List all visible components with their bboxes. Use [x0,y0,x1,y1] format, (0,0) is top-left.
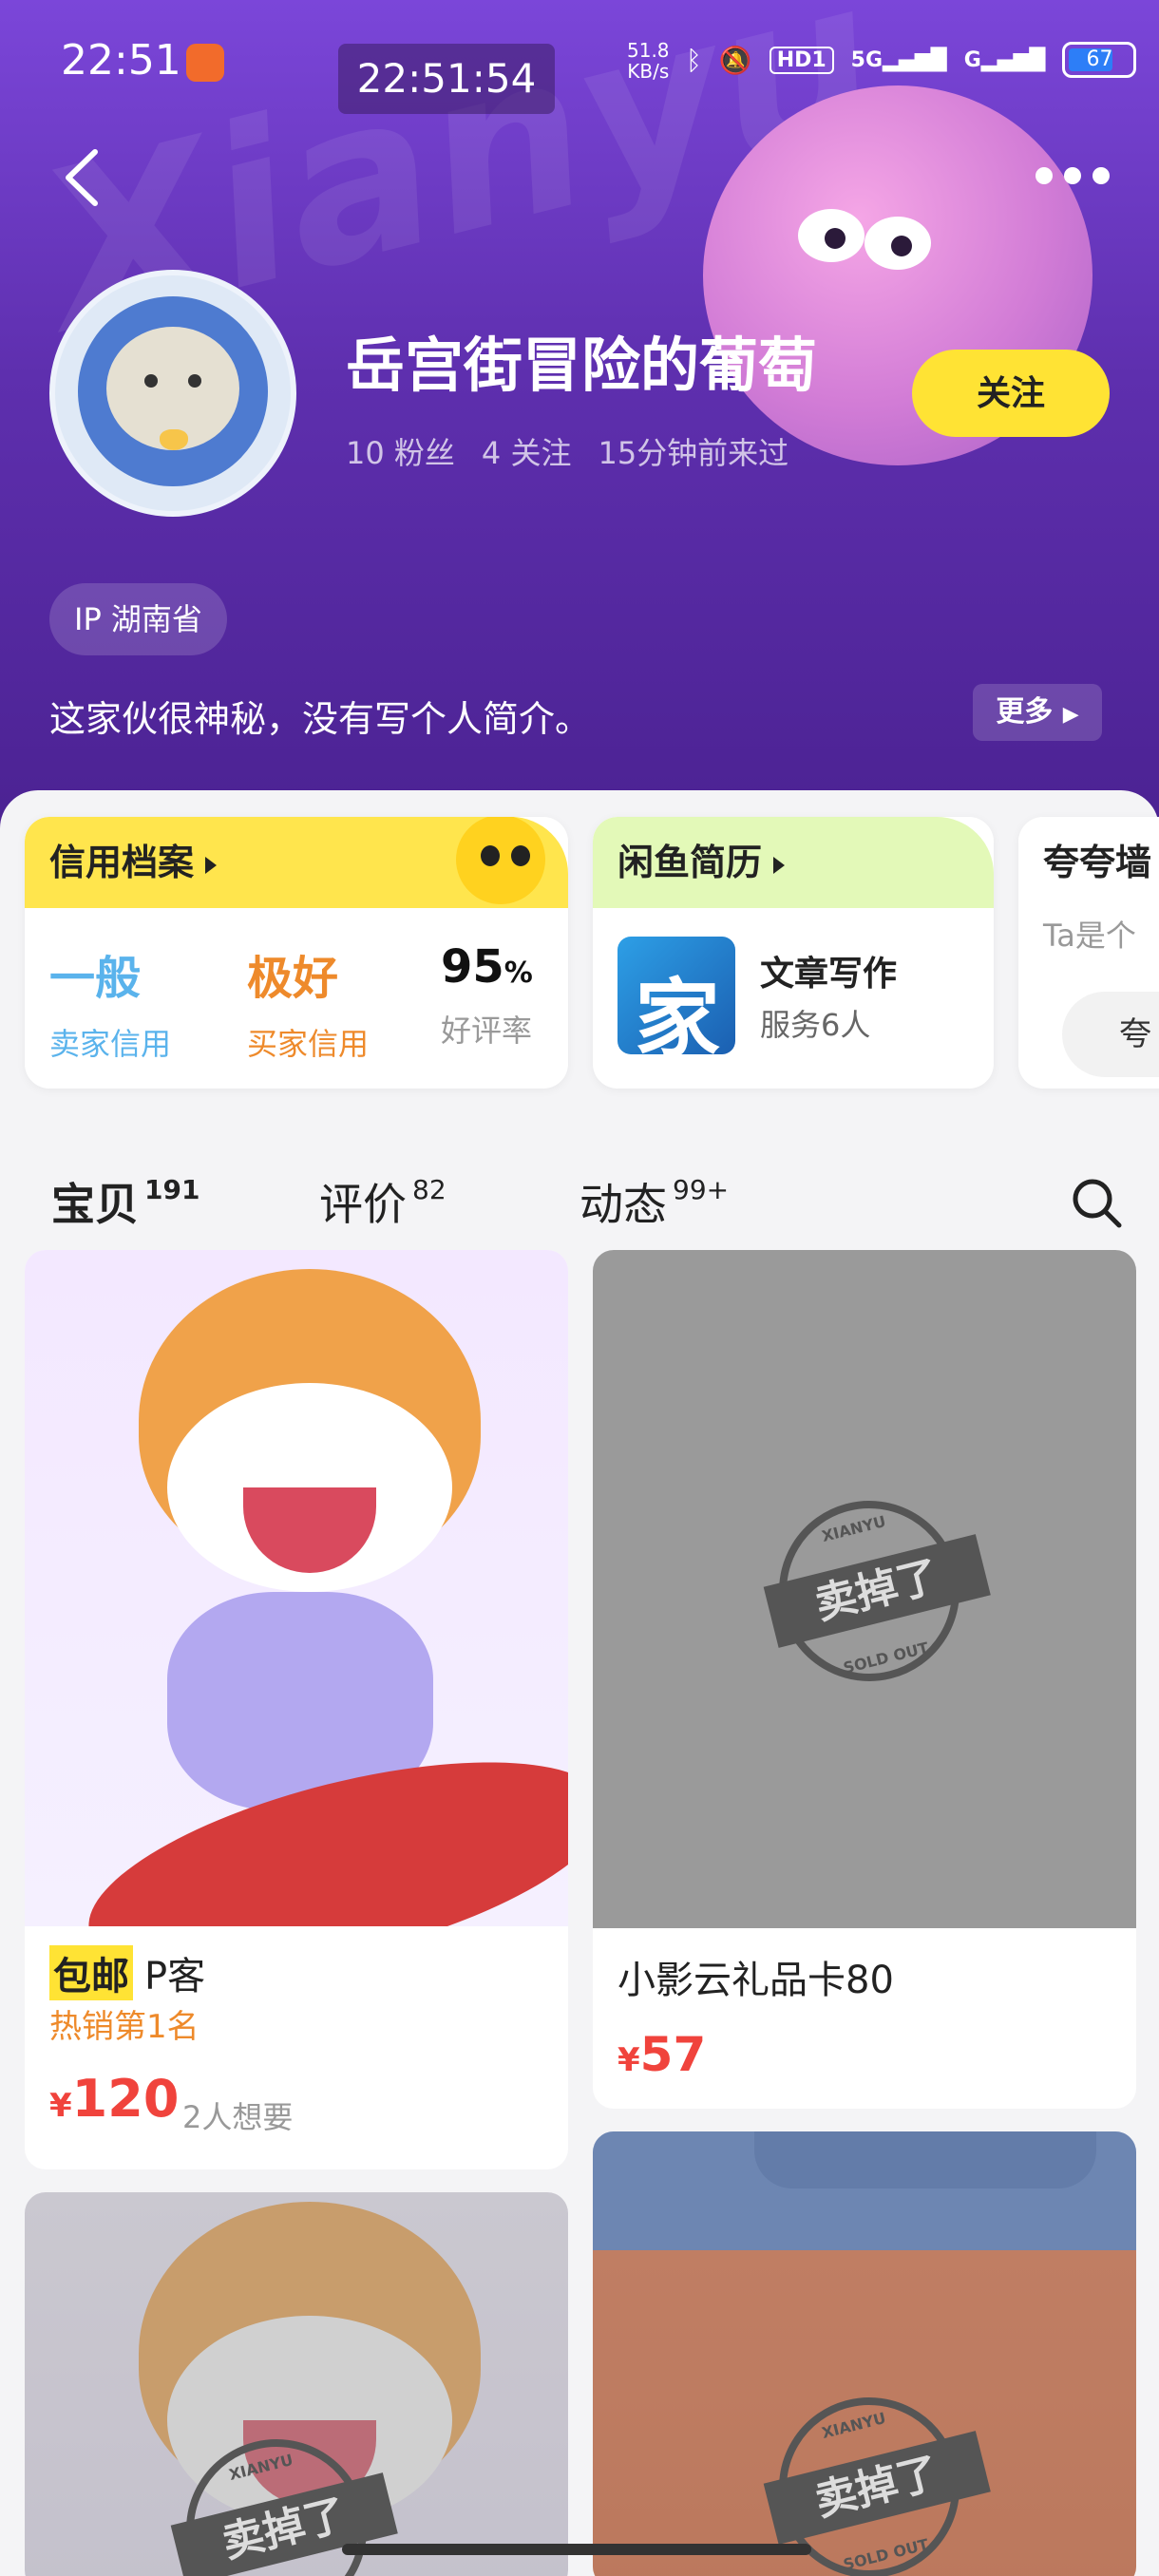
net-speed-value: 51.8 [627,39,670,62]
product-price: ¥120 [49,2069,180,2129]
tab-activity[interactable]: 动态 99+ [580,1170,729,1233]
bluetooth-icon: ᛒ [686,44,702,76]
tab-reviews[interactable]: 评价 82 [319,1170,446,1233]
bio-text: 这家伙很神秘，没有写个人简介。 [49,698,592,740]
free-shipping-tag: 包邮 [49,1945,133,2000]
hot-rank-label: 热销第1名 [49,2008,200,2046]
signal-5g-icon: 5G▂▄▆█ [850,47,947,72]
product-image: XIANYU 卖掉了 SOLD OUT [593,1250,1136,1928]
seller-credit: 一般 卖家信用 [49,952,172,1062]
praise-card-title: 夸夸墙 [1018,817,1159,908]
home-indicator[interactable] [342,2544,811,2555]
praise-button[interactable]: 夸 [1062,992,1159,1077]
product-image [25,1250,568,1926]
profile-header: Xianyu 22:51 22:51:54 51.8 KB/s ᛒ 🔕 HD1 … [0,0,1159,836]
more-button[interactable]: 更多 ▶ [973,684,1102,741]
product-card[interactable]: XIANYU 卖掉了 SOLD OUT [593,2131,1136,2576]
product-card[interactable]: XIANYU 卖掉了 [25,2192,568,2576]
service-thumbnail: 家 [618,937,735,1054]
status-time: 22:51 [61,36,181,85]
credit-profile-card[interactable]: 信用档案 一般 卖家信用 极好 买家信用 95% 好评率 [25,817,568,1089]
username: 岳宫街冒险的葡萄 [346,331,818,400]
status-icons: ᛒ 🔕 HD1 5G▂▄▆█ G▂▄▆█ 67 [686,42,1137,78]
resume-card-title: 闲鱼简历 [593,817,994,908]
signal-icon: G▂▄▆█ [963,47,1046,72]
more-options-icon[interactable] [1036,167,1112,190]
sold-out-stamp: XIANYU 卖掉了 SOLD OUT [759,1481,991,1701]
product-card[interactable]: XIANYU 卖掉了 SOLD OUT 小影云礼品卡80 ¥57 [593,1250,1136,2109]
clock-overlay: 22:51:54 [338,44,555,114]
product-card[interactable]: 包邮 P客 热销第1名 ¥120 2人想要 [25,1250,568,2169]
battery-icon: 67 [1062,42,1137,78]
profile-tabs: 宝贝 191 评价 82 动态 99+ [0,1151,1159,1246]
product-title: 小影云礼品卡80 [618,1959,894,2002]
last-seen: 15分钟前来过 [598,435,789,471]
follow-button[interactable]: 关注 [912,350,1110,437]
ip-location-chip: IP 湖南省 [49,583,227,655]
service-title: 文章写作 [760,955,898,994]
tab-items[interactable]: 宝贝 191 [51,1170,200,1233]
avatar[interactable] [49,270,296,517]
service-sub: 服务6人 [760,1007,871,1043]
screen-record-icon [186,44,224,82]
product-image: XIANYU 卖掉了 SOLD OUT [593,2131,1136,2576]
net-speed-unit: KB/s [627,60,670,83]
want-count: 2人想要 [182,2099,294,2135]
mute-bell-icon: 🔕 [718,44,752,76]
net-speed: 51.8 KB/s [627,40,670,82]
product-image: XIANYU 卖掉了 [25,2192,568,2576]
yellow-bird-mascot-icon [437,817,557,912]
good-rate: 95% 好评率 [441,940,533,1049]
hd-badge: HD1 [769,46,834,74]
praise-wall-card[interactable]: 夸夸墙 Ta是个 夸 [1018,817,1159,1089]
search-icon[interactable] [1068,1174,1125,1231]
content-sheet: 信用档案 一般 卖家信用 极好 买家信用 95% 好评率 闲鱼简历 家 文章写作… [0,790,1159,2576]
user-stats: 10 粉丝 4 关注 15分钟前来过 [346,429,788,473]
praise-sub: Ta是个 [1043,918,1136,954]
xianyu-resume-card[interactable]: 闲鱼简历 家 文章写作 服务6人 [593,817,994,1089]
following-count[interactable]: 4 关注 [482,429,572,473]
buyer-credit: 极好 买家信用 [247,952,370,1062]
back-arrow-icon[interactable] [57,144,114,211]
fans-count[interactable]: 10 粉丝 [346,429,455,473]
status-bar: 22:51 22:51:54 51.8 KB/s ᛒ 🔕 HD1 5G▂▄▆█ … [0,0,1159,133]
product-price: ¥57 [618,2027,707,2082]
product-title: 包邮 P客 [49,1945,205,2000]
